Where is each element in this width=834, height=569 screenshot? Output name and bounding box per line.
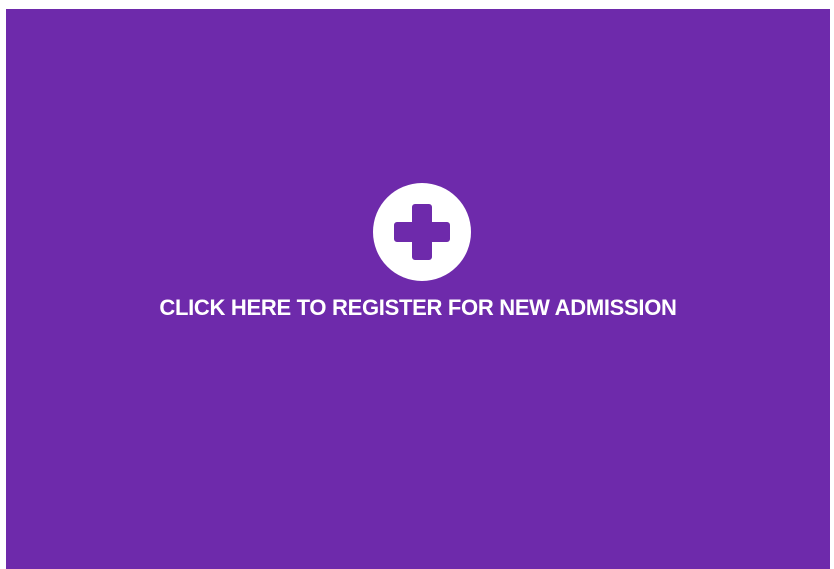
card-content: CLICK HERE TO REGISTER FOR NEW ADMISSION: [6, 9, 830, 569]
register-label[interactable]: CLICK HERE TO REGISTER FOR NEW ADMISSION: [6, 295, 830, 321]
new-admission-register-card[interactable]: CLICK HERE TO REGISTER FOR NEW ADMISSION: [6, 9, 830, 569]
plus-circle-icon[interactable]: [373, 183, 471, 281]
